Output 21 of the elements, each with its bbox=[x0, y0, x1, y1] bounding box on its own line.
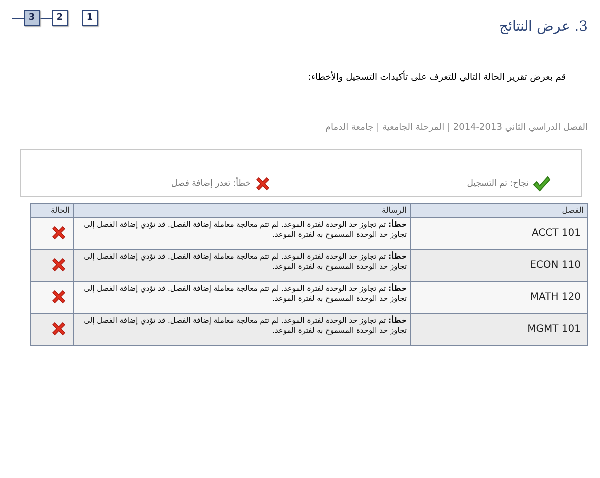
table-cell: MGMT 101 bbox=[410, 314, 588, 346]
checkmark-icon bbox=[533, 176, 551, 192]
step-indicator[interactable]: 1 bbox=[82, 10, 98, 26]
column-header: الفصل bbox=[410, 204, 588, 218]
instruction-text: قم بعرض تقرير الحالة التالي للتعرف على تأكيدات التسجيل والأخطاء: bbox=[12, 73, 566, 83]
page-title: 3. عرض النتائج bbox=[500, 18, 588, 35]
step-indicator[interactable]: 2 bbox=[52, 10, 68, 26]
error-x-icon bbox=[51, 288, 67, 304]
table-cell: ECON 110 bbox=[410, 250, 588, 282]
column-header: الرسالة bbox=[74, 204, 410, 218]
step-indicator[interactable]: 3 bbox=[24, 10, 40, 26]
legend-text: نجاح: تم التسجيل bbox=[467, 179, 529, 189]
table-cell: MATH 120 bbox=[410, 282, 588, 314]
error-x-icon bbox=[255, 176, 271, 192]
error-x-icon bbox=[51, 320, 67, 336]
table-cell: ACCT 101 bbox=[410, 218, 588, 250]
error-x-icon bbox=[51, 224, 67, 240]
breadcrumb-text: الفصل الدراسي الثاني 2013-2014 | المرحلة الجامعية | جامعة الدمام bbox=[325, 123, 588, 133]
column-header: الحالة bbox=[30, 204, 74, 218]
legend-text: خطأ: تعذر إضافة فصل bbox=[172, 179, 251, 189]
error-x-icon bbox=[51, 256, 67, 272]
